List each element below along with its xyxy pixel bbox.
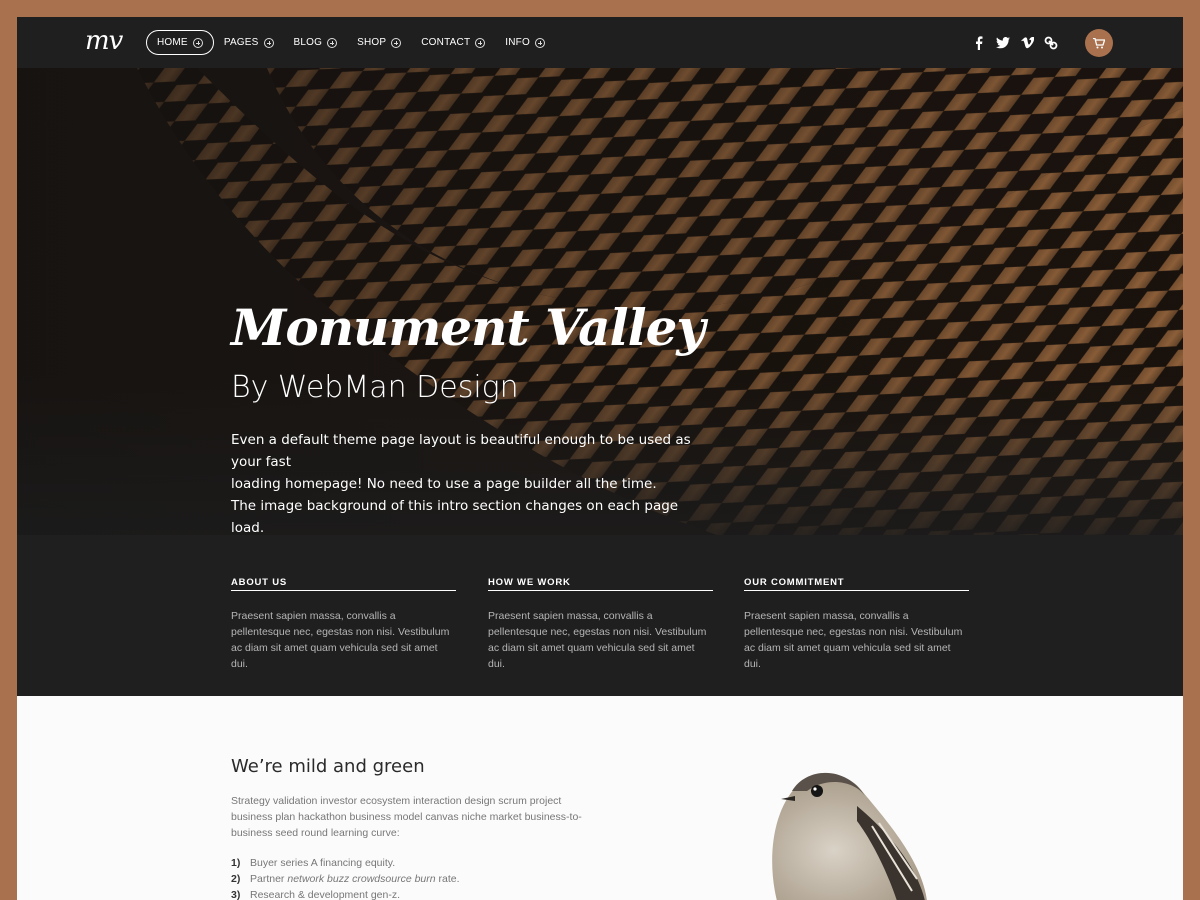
feature-how-we-work: HOW WE WORK Praesent sapien massa, conva… xyxy=(488,577,713,672)
menu-item-label: HOME xyxy=(157,37,188,48)
expand-plus-icon xyxy=(391,37,402,48)
menu-item-home[interactable]: HOME xyxy=(146,30,214,55)
feature-text: Praesent sapien massa, convallis a pelle… xyxy=(488,610,707,670)
hero-section: Monument Valley By WebMan Design Even a … xyxy=(17,68,1183,535)
list-text: Buyer series A financing equity. xyxy=(250,857,396,869)
menu-item-label: CONTACT xyxy=(421,37,471,48)
expand-plus-icon xyxy=(534,37,545,48)
facebook-icon[interactable] xyxy=(967,34,991,52)
hero-title: Monument Valley xyxy=(231,298,705,357)
menu-item-blog[interactable]: BLOG xyxy=(284,30,348,55)
menu-item-label: SHOP xyxy=(357,37,387,48)
features-section: ABOUT US Praesent sapien massa, convalli… xyxy=(17,535,1183,696)
top-navbar: mv HOME PAGES BLOG SHOP CONTACT INFO xyxy=(17,17,1183,68)
menu-item-info[interactable]: INFO xyxy=(495,30,555,55)
feature-title: OUR COMMITMENT xyxy=(744,577,969,591)
expand-plus-icon xyxy=(475,37,486,48)
hero-text-line: loading homepage! No need to use a page … xyxy=(231,476,657,492)
list-text: Partner xyxy=(250,873,288,885)
list-emphasis: network buzz crowdsource burn xyxy=(287,873,436,885)
bird-image xyxy=(772,772,927,900)
hero-subtitle: By WebMan Design xyxy=(231,370,519,405)
feature-text: Praesent sapien massa, convallis a pelle… xyxy=(231,610,450,670)
menu-item-label: PAGES xyxy=(223,37,259,48)
feature-about-us: ABOUT US Praesent sapien massa, convalli… xyxy=(231,577,456,672)
section-intro: Strategy validation investor ecosystem i… xyxy=(231,795,582,839)
list-number: 3) xyxy=(231,889,241,900)
page-frame: mv HOME PAGES BLOG SHOP CONTACT INFO Mon… xyxy=(17,17,1183,900)
feature-text: Praesent sapien massa, convallis a pelle… xyxy=(744,610,963,670)
section-heading: We’re mild and green xyxy=(231,756,425,777)
hero-description: Even a default theme page layout is beau… xyxy=(231,429,701,535)
expand-plus-icon xyxy=(263,37,274,48)
link-icon[interactable] xyxy=(1039,34,1063,52)
vimeo-icon[interactable] xyxy=(1015,34,1039,52)
content-section: We’re mild and green Strategy validation… xyxy=(17,696,1183,900)
expand-plus-icon xyxy=(327,37,338,48)
list-item: 2) Partner network buzz crowdsource burn … xyxy=(231,871,460,887)
list-item: 3) Research & development gen-z. xyxy=(231,887,460,900)
menu-item-pages[interactable]: PAGES xyxy=(214,30,284,55)
expand-plus-icon xyxy=(192,37,203,48)
hero-text-line: Even a default theme page layout is beau… xyxy=(231,432,691,470)
feature-our-commitment: OUR COMMITMENT Praesent sapien massa, co… xyxy=(744,577,969,672)
social-links xyxy=(967,34,1063,52)
feature-title: ABOUT US xyxy=(231,577,456,591)
list-number: 2) xyxy=(231,873,241,885)
feature-list: 1) Buyer series A financing equity. 2) Par… xyxy=(231,855,460,900)
site-logo[interactable]: mv xyxy=(85,26,123,56)
menu-item-label: INFO xyxy=(505,37,530,48)
list-item: 1) Buyer series A financing equity. xyxy=(231,855,460,871)
hero-text-line: The image background of this intro secti… xyxy=(231,498,679,535)
main-menu: HOME PAGES BLOG SHOP CONTACT INFO xyxy=(146,30,555,55)
cart-icon xyxy=(1093,37,1105,48)
twitter-icon[interactable] xyxy=(991,34,1015,52)
cart-button[interactable] xyxy=(1085,29,1113,57)
list-text: rate. xyxy=(435,873,460,885)
menu-item-contact[interactable]: CONTACT xyxy=(411,30,495,55)
list-number: 1) xyxy=(231,857,241,869)
list-text: Research & development gen-z. xyxy=(250,889,400,900)
menu-item-shop[interactable]: SHOP xyxy=(347,30,411,55)
feature-title: HOW WE WORK xyxy=(488,577,713,591)
menu-item-label: BLOG xyxy=(293,37,323,48)
